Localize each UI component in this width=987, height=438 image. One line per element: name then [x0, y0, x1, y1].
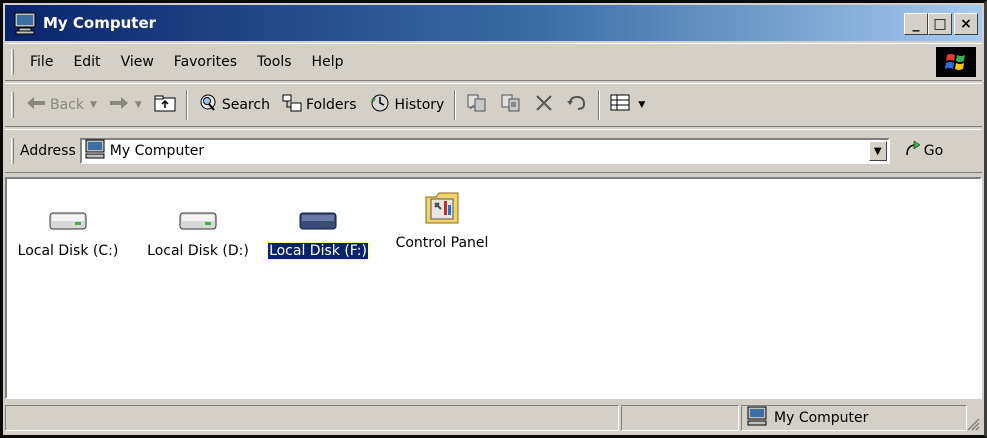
search-icon	[198, 93, 218, 117]
close-button[interactable]: ×	[954, 13, 978, 35]
hard-drive-icon	[259, 199, 377, 243]
copy-to-button[interactable]	[494, 87, 528, 123]
move-to-button[interactable]	[460, 87, 494, 123]
address-value: My Computer	[109, 143, 205, 159]
back-dropdown-icon[interactable]: ▼	[90, 100, 97, 110]
minimize-button[interactable]: _	[904, 13, 928, 35]
menubar-grip[interactable]	[11, 49, 14, 75]
delete-button[interactable]	[528, 87, 560, 123]
control-panel-label: Control Panel	[395, 235, 489, 251]
control-panel-icon	[387, 187, 497, 227]
up-folder-icon	[154, 94, 176, 116]
history-button[interactable]: History	[363, 87, 451, 123]
back-button[interactable]: Back ▼	[20, 87, 103, 123]
address-input[interactable]: My Computer ▼	[79, 138, 890, 164]
my-computer-icon	[746, 406, 768, 430]
status-pane-main	[5, 405, 619, 431]
menu-view[interactable]: View	[111, 54, 164, 70]
go-arrow-icon	[904, 140, 922, 162]
status-pane-middle	[621, 405, 739, 431]
standard-toolbar: Back ▼ ▼ Search Folders History ▼	[5, 83, 982, 127]
views-icon	[610, 94, 632, 116]
move-to-icon	[466, 93, 488, 117]
menu-help[interactable]: Help	[302, 54, 354, 70]
forward-button[interactable]: ▼	[103, 87, 148, 123]
search-button[interactable]: Search	[192, 87, 276, 123]
drive-label: Local Disk (F:)	[267, 242, 369, 260]
title-bar[interactable]: My Computer _ □ ×	[5, 5, 982, 41]
windows-flag-icon	[936, 47, 976, 77]
drive-item-c[interactable]: Local Disk (C:)	[9, 199, 127, 259]
status-pane-location: My Computer	[741, 405, 967, 431]
status-bar: My Computer	[5, 403, 982, 433]
drive-label: Local Disk (D:)	[147, 243, 249, 259]
folders-icon	[282, 94, 302, 116]
search-label: Search	[221, 97, 270, 113]
copy-to-icon	[500, 93, 522, 117]
menu-tools[interactable]: Tools	[247, 54, 302, 70]
go-label: Go	[923, 143, 944, 159]
forward-dropdown-icon[interactable]: ▼	[135, 100, 142, 110]
back-label: Back	[50, 97, 84, 113]
toolbar-grip[interactable]	[11, 92, 14, 118]
drive-item-f[interactable]: Local Disk (F:)	[259, 199, 377, 260]
folders-button[interactable]: Folders	[276, 87, 363, 123]
history-label: History	[394, 97, 445, 113]
explorer-window: My Computer _ □ × File Edit View Favorit…	[0, 0, 987, 438]
views-button[interactable]: ▼	[604, 87, 651, 123]
address-dropdown-button[interactable]: ▼	[868, 141, 887, 161]
undo-icon	[566, 94, 588, 116]
menu-favorites[interactable]: Favorites	[164, 54, 247, 70]
my-computer-icon	[84, 139, 106, 163]
addressbar-grip[interactable]	[11, 138, 14, 164]
menu-bar: File Edit View Favorites Tools Help	[5, 43, 982, 81]
address-bar: Address My Computer ▼ Go	[5, 129, 982, 173]
address-label: Address	[20, 143, 76, 159]
my-computer-icon	[13, 11, 37, 35]
folders-label: Folders	[305, 97, 357, 113]
drive-label: Local Disk (C:)	[17, 243, 119, 259]
maximize-button[interactable]: □	[928, 13, 952, 35]
go-button[interactable]: Go	[904, 140, 943, 162]
hard-drive-icon	[139, 199, 257, 243]
history-icon	[369, 93, 391, 117]
hard-drive-icon	[9, 199, 127, 243]
back-arrow-icon	[26, 96, 46, 114]
control-panel-item[interactable]: Control Panel	[387, 187, 497, 251]
up-button[interactable]	[148, 87, 182, 123]
delete-icon	[534, 93, 554, 117]
menu-edit[interactable]: Edit	[63, 54, 110, 70]
menu-file[interactable]: File	[20, 54, 63, 70]
drive-item-d[interactable]: Local Disk (D:)	[139, 199, 257, 259]
resize-grip-icon[interactable]	[964, 415, 980, 431]
file-list-view[interactable]: Local Disk (C:) Local Disk (D:) Local Di…	[5, 177, 982, 399]
views-dropdown-icon[interactable]: ▼	[638, 100, 645, 110]
undo-button[interactable]	[560, 87, 594, 123]
window-title: My Computer	[43, 14, 157, 32]
status-location-text: My Computer	[774, 410, 869, 426]
toolbar-separator	[598, 90, 601, 120]
toolbar-separator	[185, 90, 188, 120]
toolbar-separator	[454, 90, 457, 120]
forward-arrow-icon	[109, 96, 129, 114]
